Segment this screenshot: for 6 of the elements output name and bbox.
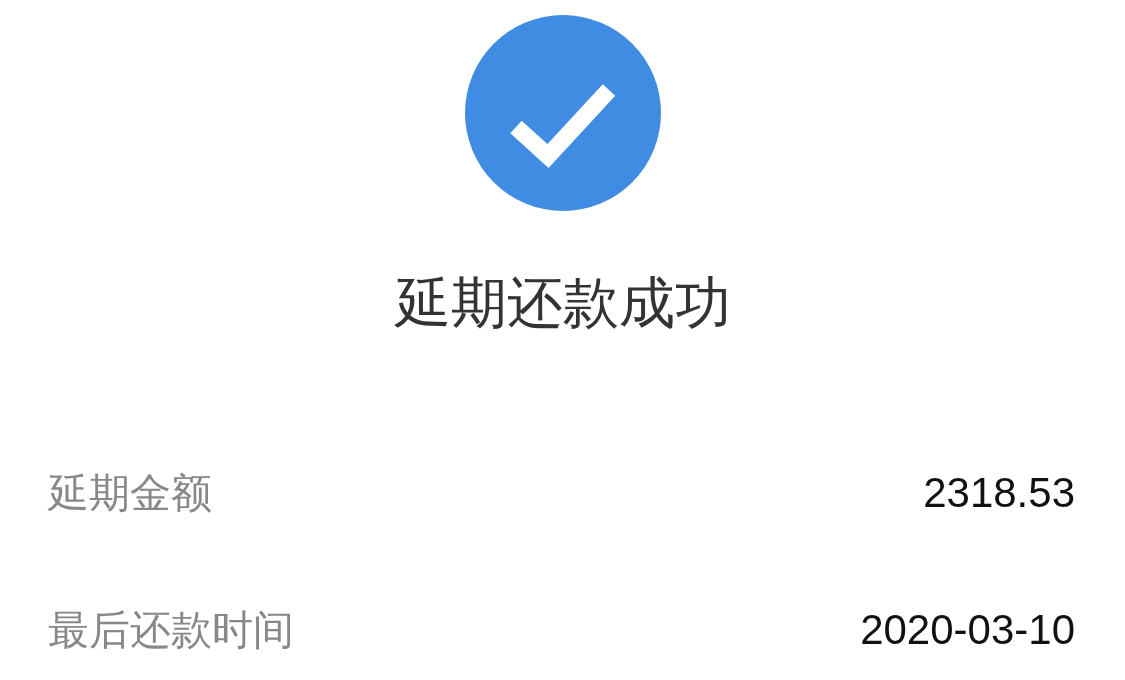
detail-value: 2318.53 xyxy=(923,468,1075,518)
detail-label: 延期金额 xyxy=(48,468,212,518)
detail-value: 2020-03-10 xyxy=(860,605,1075,655)
detail-label: 最后还款时间 xyxy=(48,605,294,655)
success-check-icon xyxy=(464,15,661,211)
result-title: 延期还款成功 xyxy=(394,269,731,336)
